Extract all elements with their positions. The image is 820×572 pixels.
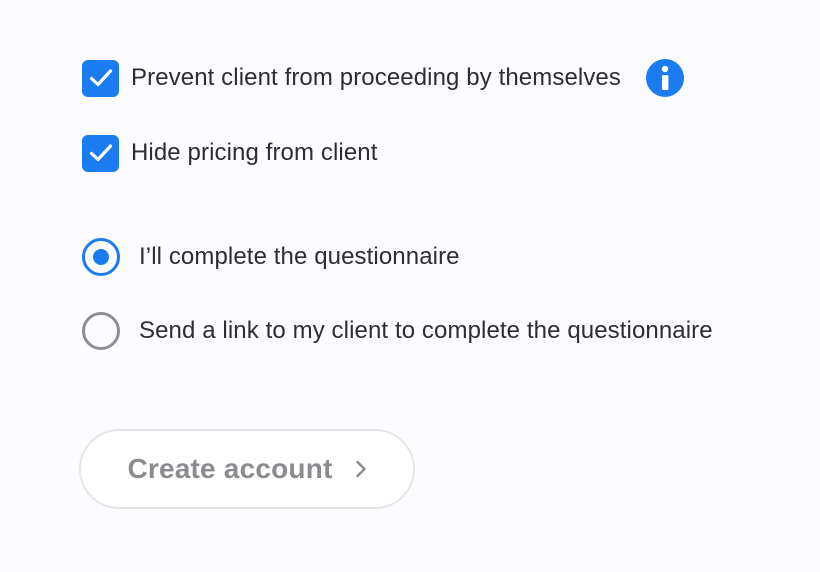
questionnaire-option-self-label: I’ll complete the questionnaire xyxy=(139,243,460,270)
create-account-label: Create account xyxy=(127,453,333,484)
radio-self-selected[interactable] xyxy=(82,238,120,276)
info-icon[interactable] xyxy=(645,59,684,97)
radio-dot xyxy=(93,249,109,265)
chevron-right-icon xyxy=(355,460,367,478)
prevent-proceeding-checkbox[interactable] xyxy=(82,59,119,97)
prevent-proceeding-label: Prevent client from proceeding by themse… xyxy=(131,64,621,91)
radio-client[interactable] xyxy=(82,312,120,350)
hide-pricing-checkbox[interactable] xyxy=(82,134,119,172)
hide-pricing-label: Hide pricing from client xyxy=(131,139,378,166)
checkmark-icon xyxy=(89,69,112,87)
questionnaire-option-self[interactable]: I’ll complete the questionnaire xyxy=(82,238,460,276)
prevent-proceeding-option[interactable]: Prevent client from proceeding by themse… xyxy=(82,59,684,97)
questionnaire-option-client[interactable]: Send a link to my client to complete the… xyxy=(82,312,713,350)
hide-pricing-option[interactable]: Hide pricing from client xyxy=(82,134,378,172)
questionnaire-option-client-label: Send a link to my client to complete the… xyxy=(139,317,713,344)
create-account-button[interactable]: Create account xyxy=(79,429,415,509)
checkmark-icon xyxy=(89,144,112,162)
